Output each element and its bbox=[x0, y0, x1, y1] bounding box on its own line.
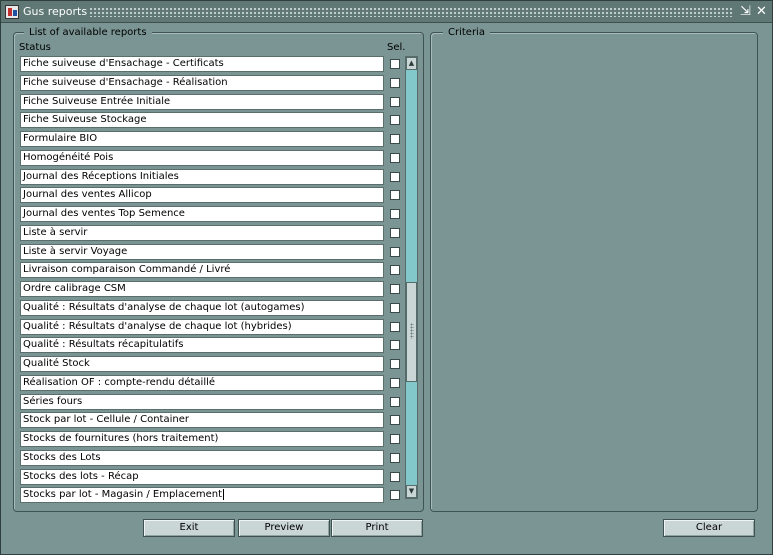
report-row[interactable]: Liste à servir Voyage bbox=[20, 244, 384, 260]
report-select-checkbox[interactable] bbox=[390, 115, 400, 125]
report-select-checkbox[interactable] bbox=[390, 228, 400, 238]
minimize-icon[interactable]: ⇲ bbox=[738, 4, 753, 19]
sel-column-header: Sel. bbox=[387, 42, 406, 53]
report-select-checkbox[interactable] bbox=[390, 97, 400, 107]
clear-button[interactable]: Clear bbox=[663, 519, 755, 537]
report-select-checkbox[interactable] bbox=[390, 78, 400, 88]
report-row[interactable]: Qualité : Résultats récapitulatifs bbox=[20, 337, 384, 353]
report-row[interactable]: Réalisation OF : compte-rendu détaillé bbox=[20, 375, 384, 391]
print-button[interactable]: Print bbox=[331, 519, 423, 537]
report-row[interactable]: Stock par lot - Cellule / Container bbox=[20, 412, 384, 428]
report-select-checkbox[interactable] bbox=[390, 172, 400, 182]
report-row[interactable]: Liste à servir bbox=[20, 225, 384, 241]
report-row[interactable]: Journal des ventes Top Semence bbox=[20, 206, 384, 222]
report-select-checkbox[interactable] bbox=[390, 134, 400, 144]
report-select-checkbox[interactable] bbox=[390, 434, 400, 444]
scroll-track-upper[interactable] bbox=[406, 70, 417, 282]
report-select-checkbox[interactable] bbox=[390, 340, 400, 350]
report-row[interactable]: Fiche Suiveuse Stockage bbox=[20, 112, 384, 128]
report-select-checkbox[interactable] bbox=[390, 59, 400, 69]
report-row[interactable]: Fiche suiveuse d'Ensachage - Certificats bbox=[20, 56, 384, 72]
gus-reports-window: Gus reports ⇲ ✕ List of available report… bbox=[0, 0, 773, 555]
window-title: Gus reports bbox=[23, 5, 88, 18]
scroll-down-icon[interactable]: ▼ bbox=[406, 485, 417, 498]
report-row[interactable]: Qualité : Résultats d'analyse de chaque … bbox=[20, 319, 384, 335]
report-select-checkbox[interactable] bbox=[390, 190, 400, 200]
close-icon[interactable]: ✕ bbox=[754, 4, 769, 19]
report-select-checkbox[interactable] bbox=[390, 453, 400, 463]
scroll-thumb[interactable] bbox=[406, 282, 417, 382]
report-row[interactable]: Stocks par lot - Magasin / Emplacement bbox=[20, 487, 384, 503]
report-select-checkbox[interactable] bbox=[390, 359, 400, 369]
report-row[interactable]: Stocks des lots - Récap bbox=[20, 469, 384, 485]
list-scrollbar[interactable]: ▲ ▼ bbox=[405, 56, 418, 499]
title-grip bbox=[89, 7, 734, 17]
report-row[interactable]: Livraison comparaison Commandé / Livré bbox=[20, 262, 384, 278]
report-row[interactable]: Ordre calibrage CSM bbox=[20, 281, 384, 297]
app-icon bbox=[5, 5, 19, 19]
criteria-panel-legend: Criteria bbox=[443, 27, 490, 38]
report-row[interactable]: Journal des ventes Allicop bbox=[20, 187, 384, 203]
report-row[interactable]: Fiche Suiveuse Entrée Initiale bbox=[20, 94, 384, 110]
report-select-checkbox[interactable] bbox=[390, 209, 400, 219]
report-row[interactable]: Formulaire BIO bbox=[20, 131, 384, 147]
report-row[interactable]: Stocks de fournitures (hors traitement) bbox=[20, 431, 384, 447]
preview-button[interactable]: Preview bbox=[238, 519, 330, 537]
report-select-checkbox[interactable] bbox=[390, 397, 400, 407]
report-row[interactable]: Stocks des Lots bbox=[20, 450, 384, 466]
scroll-up-icon[interactable]: ▲ bbox=[406, 57, 417, 70]
list-panel-legend: List of available reports bbox=[24, 27, 152, 38]
report-select-checkbox[interactable] bbox=[390, 490, 400, 500]
report-select-checkbox[interactable] bbox=[390, 303, 400, 313]
report-select-checkbox[interactable] bbox=[390, 415, 400, 425]
title-bar[interactable]: Gus reports ⇲ ✕ bbox=[1, 1, 772, 23]
criteria-panel: Criteria bbox=[430, 27, 758, 512]
report-select-checkbox[interactable] bbox=[390, 284, 400, 294]
status-column-header: Status bbox=[19, 42, 51, 53]
report-row[interactable]: Fiche suiveuse d'Ensachage - Réalisation bbox=[20, 75, 384, 91]
report-select-checkbox[interactable] bbox=[390, 378, 400, 388]
report-row[interactable]: Qualité : Résultats d'analyse de chaque … bbox=[20, 300, 384, 316]
report-row[interactable]: Journal des Réceptions Initiales bbox=[20, 169, 384, 185]
report-row[interactable]: Séries fours bbox=[20, 394, 384, 410]
report-row[interactable]: Qualité Stock bbox=[20, 356, 384, 372]
scroll-track-lower[interactable] bbox=[406, 382, 417, 485]
report-select-checkbox[interactable] bbox=[390, 472, 400, 482]
report-select-checkbox[interactable] bbox=[390, 153, 400, 163]
report-select-checkbox[interactable] bbox=[390, 265, 400, 275]
report-select-checkbox[interactable] bbox=[390, 322, 400, 332]
report-row[interactable]: Homogénéité Pois bbox=[20, 150, 384, 166]
exit-button[interactable]: Exit bbox=[143, 519, 235, 537]
report-select-checkbox[interactable] bbox=[390, 247, 400, 257]
